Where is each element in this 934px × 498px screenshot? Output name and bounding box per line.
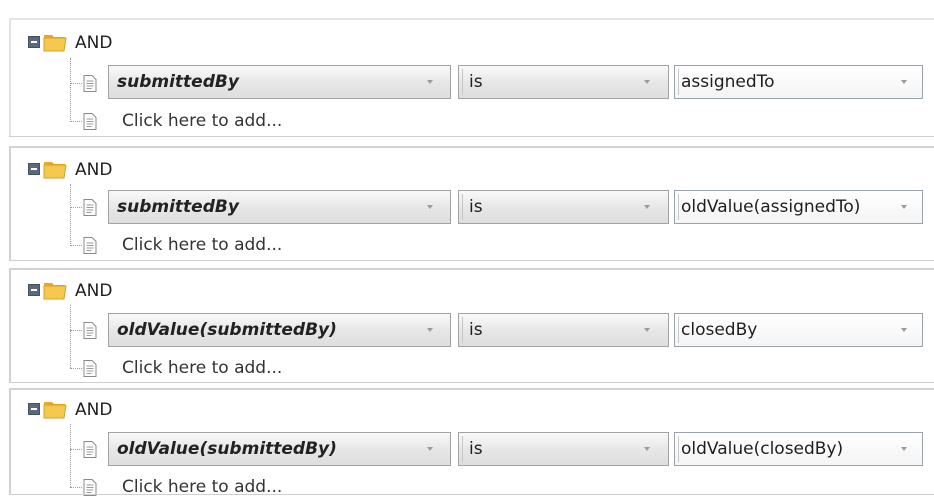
tree-connector — [70, 245, 82, 246]
field-select-value: oldValue(submittedBy) — [117, 320, 337, 340]
group-operator-label[interactable]: AND — [75, 159, 112, 181]
operator-select[interactable]: is — [458, 190, 669, 224]
add-condition-link[interactable]: Click here to add... — [122, 357, 282, 379]
document-icon — [83, 75, 97, 92]
tree-connector — [70, 305, 71, 368]
tree-connector — [70, 487, 82, 488]
chevron-down-icon[interactable] — [427, 80, 433, 84]
combo-divider — [678, 69, 679, 95]
value-select[interactable]: assignedTo — [674, 65, 923, 99]
document-icon — [83, 113, 97, 130]
operator-select-value: is — [469, 320, 483, 340]
tree-connector — [70, 121, 82, 122]
condition-group: AND submittedBy is assignedTo Click here… — [9, 18, 934, 137]
value-select[interactable]: closedBy — [674, 313, 923, 347]
chevron-down-icon[interactable] — [901, 80, 907, 84]
chevron-down-icon[interactable] — [427, 447, 433, 451]
document-icon — [83, 479, 97, 496]
chevron-down-icon[interactable] — [901, 447, 907, 451]
document-icon — [83, 360, 97, 377]
value-select-value: oldValue(assignedTo) — [681, 197, 861, 217]
value-select-value: closedBy — [681, 320, 758, 340]
document-icon — [83, 322, 97, 339]
tree-connector — [70, 207, 82, 208]
operator-select-value: is — [469, 72, 483, 92]
condition-group: AND submittedBy is oldValue(assignedTo) … — [9, 146, 934, 261]
combo-divider — [462, 69, 463, 95]
chevron-down-icon[interactable] — [644, 447, 650, 451]
value-select-value: oldValue(closedBy) — [681, 439, 844, 459]
add-condition-link[interactable]: Click here to add... — [122, 234, 282, 256]
collapse-minus-icon[interactable] — [28, 284, 40, 296]
value-select-value: assignedTo — [681, 72, 775, 92]
chevron-down-icon[interactable] — [644, 328, 650, 332]
operator-select-value: is — [469, 197, 483, 217]
field-select-value: submittedBy — [117, 197, 239, 217]
field-select-value: oldValue(submittedBy) — [117, 439, 337, 459]
chevron-down-icon[interactable] — [427, 205, 433, 209]
tree-connector — [70, 449, 82, 450]
chevron-down-icon[interactable] — [901, 205, 907, 209]
add-condition-link[interactable]: Click here to add... — [122, 476, 282, 498]
combo-divider — [462, 317, 463, 343]
folder-icon — [43, 402, 67, 419]
collapse-minus-icon[interactable] — [28, 403, 40, 415]
combo-divider — [678, 194, 679, 220]
folder-icon — [43, 35, 67, 52]
tree-connector — [70, 184, 71, 246]
chevron-down-icon[interactable] — [644, 80, 650, 84]
value-select[interactable]: oldValue(assignedTo) — [674, 190, 923, 224]
chevron-down-icon[interactable] — [427, 328, 433, 332]
combo-divider — [678, 317, 679, 343]
field-select[interactable]: oldValue(submittedBy) — [108, 313, 451, 347]
field-select[interactable]: submittedBy — [108, 190, 451, 224]
combo-divider — [462, 194, 463, 220]
combo-divider — [678, 436, 679, 462]
group-operator-label[interactable]: AND — [75, 32, 112, 54]
value-select[interactable]: oldValue(closedBy) — [674, 432, 923, 466]
folder-icon — [43, 162, 67, 179]
collapse-minus-icon[interactable] — [28, 36, 40, 48]
field-select[interactable]: submittedBy — [108, 65, 451, 99]
tree-connector — [70, 58, 71, 122]
chevron-down-icon[interactable] — [644, 205, 650, 209]
operator-select[interactable]: is — [458, 65, 669, 99]
group-operator-label[interactable]: AND — [75, 280, 112, 302]
document-icon — [83, 441, 97, 458]
tree-connector — [70, 330, 82, 331]
tree-connector — [70, 368, 82, 369]
condition-group: AND oldValue(submittedBy) is closedBy Cl… — [9, 268, 934, 383]
operator-select-value: is — [469, 439, 483, 459]
folder-icon — [43, 283, 67, 300]
operator-select[interactable]: is — [458, 313, 669, 347]
document-icon — [83, 199, 97, 216]
condition-group: AND oldValue(submittedBy) is oldValue(cl… — [9, 388, 934, 497]
field-select-value: submittedBy — [117, 72, 239, 92]
collapse-minus-icon[interactable] — [28, 163, 40, 175]
field-select[interactable]: oldValue(submittedBy) — [108, 432, 451, 466]
tree-connector — [70, 424, 71, 487]
document-icon — [83, 237, 97, 254]
combo-divider — [462, 436, 463, 462]
chevron-down-icon[interactable] — [901, 328, 907, 332]
operator-select[interactable]: is — [458, 432, 669, 466]
add-condition-link[interactable]: Click here to add... — [122, 110, 282, 132]
group-operator-label[interactable]: AND — [75, 399, 112, 421]
tree-connector — [70, 83, 82, 84]
